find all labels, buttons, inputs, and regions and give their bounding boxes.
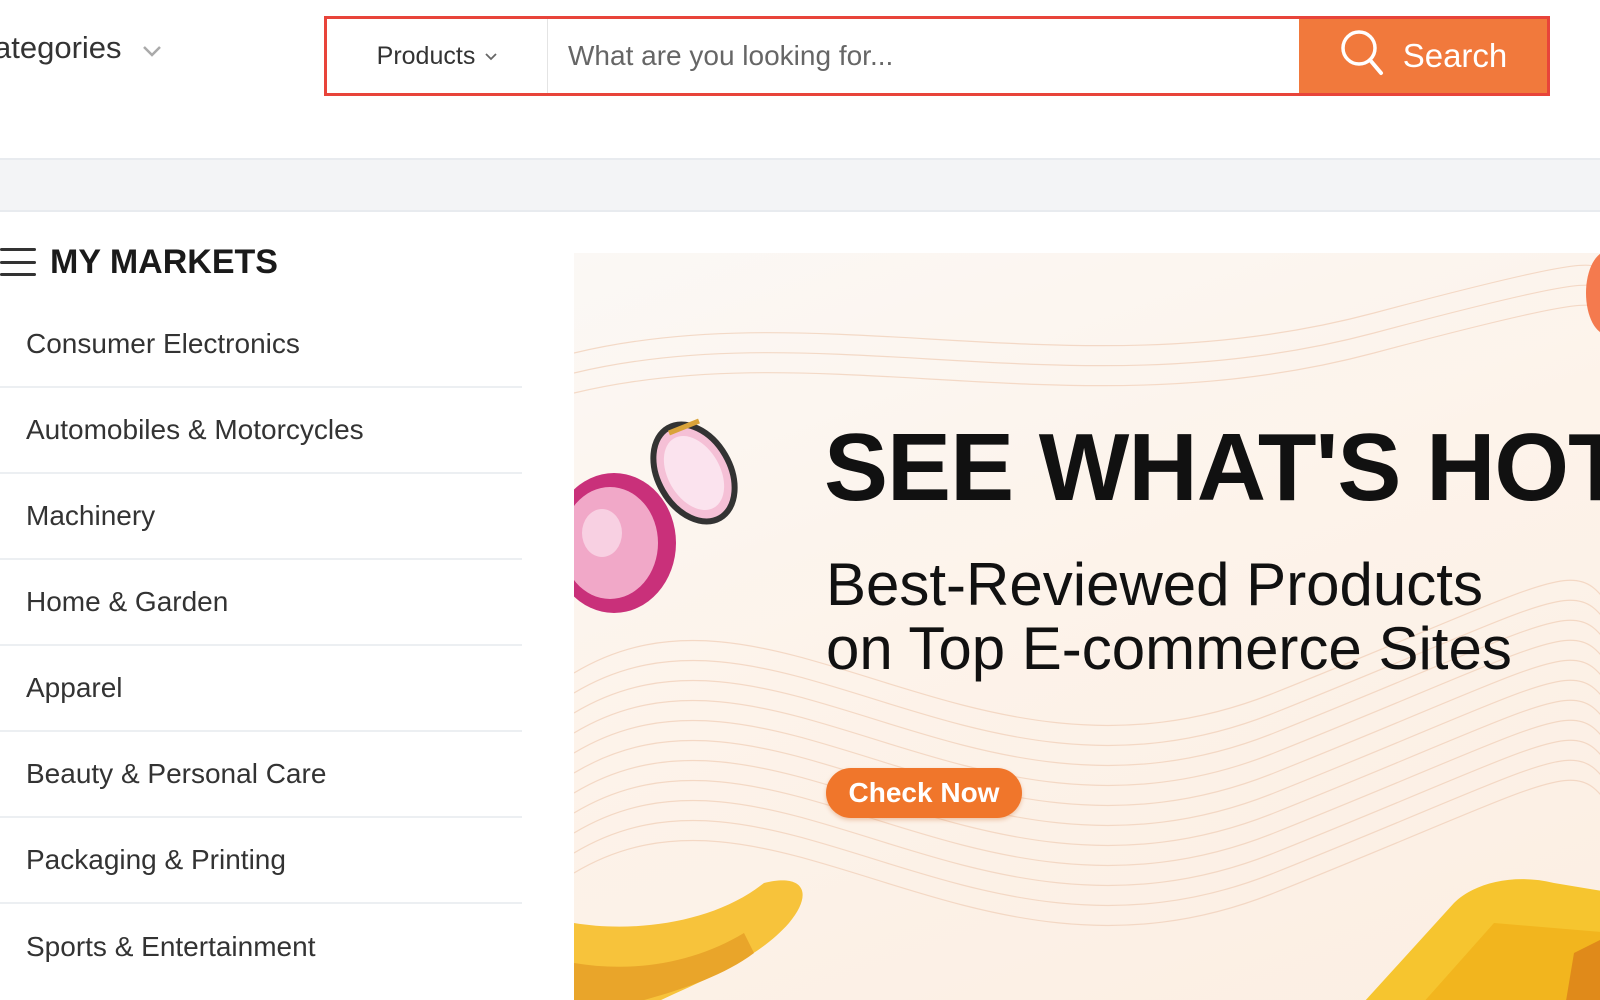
- sidebar-item-machinery[interactable]: Machinery: [0, 474, 522, 560]
- divider-band: [0, 158, 1600, 212]
- sidebar-item-apparel[interactable]: Apparel: [0, 646, 522, 732]
- menu-icon: [0, 248, 36, 276]
- search-button-label: Search: [1402, 37, 1508, 74]
- categories-dropdown[interactable]: ategories: [0, 30, 162, 66]
- promo-banner[interactable]: SEE WHAT'S HOT Best-Reviewed Products on…: [574, 253, 1600, 1000]
- sidebar-item-automobiles[interactable]: Automobiles & Motorcycles: [0, 388, 522, 474]
- sidebar-item-label: Beauty & Personal Care: [26, 758, 327, 789]
- sidebar-item-label: Home & Garden: [26, 586, 229, 617]
- search-input[interactable]: [548, 19, 1299, 93]
- search-icon: [1339, 27, 1385, 85]
- search-type-dropdown[interactable]: Products: [327, 19, 548, 93]
- sidebar-item-label: Sports & Entertainment: [26, 931, 316, 962]
- check-now-button[interactable]: Check Now: [826, 768, 1022, 818]
- header: ategories Products Search: [0, 0, 1600, 160]
- markets-title: MY MARKETS: [50, 242, 278, 281]
- sidebar-item-label: Consumer Electronics: [26, 328, 300, 359]
- market-list: Consumer Electronics Automobiles & Motor…: [0, 302, 522, 990]
- markets-sidebar: MY MARKETS Consumer Electronics Automobi…: [0, 222, 522, 990]
- sidebar-item-sports[interactable]: Sports & Entertainment: [0, 904, 522, 990]
- sidebar-item-home-garden[interactable]: Home & Garden: [0, 560, 522, 646]
- markets-header[interactable]: MY MARKETS: [0, 222, 522, 302]
- compact-mirror-icon: [574, 418, 738, 613]
- sidebar-item-label: Packaging & Printing: [26, 844, 286, 875]
- sidebar-item-label: Apparel: [26, 672, 123, 703]
- page: ategories Products Search: [0, 0, 1600, 1000]
- banner-title: SEE WHAT'S HOT: [824, 414, 1600, 521]
- sidebar-item-label: Automobiles & Motorcycles: [26, 414, 364, 445]
- sidebar-item-packaging[interactable]: Packaging & Printing: [0, 818, 522, 904]
- search-button[interactable]: Search: [1299, 19, 1547, 93]
- banner-subtitle-line: Best-Reviewed Products: [826, 551, 1483, 618]
- search-bar: Products Search: [324, 16, 1550, 96]
- banner-subtitle: Best-Reviewed Products on Top E-commerce…: [826, 553, 1512, 681]
- sidebar-item-consumer-electronics[interactable]: Consumer Electronics: [0, 302, 522, 388]
- chevron-down-icon: [485, 48, 497, 64]
- categories-label: ategories: [0, 30, 122, 65]
- sidebar-item-beauty[interactable]: Beauty & Personal Care: [0, 732, 522, 818]
- decoration-icon: [574, 879, 1600, 1000]
- search-type-label: Products: [376, 41, 476, 70]
- banner-subtitle-line: on Top E-commerce Sites: [826, 615, 1512, 682]
- chevron-down-icon: [142, 37, 162, 63]
- sidebar-item-label: Machinery: [26, 500, 156, 531]
- decoration-icon: [1586, 253, 1600, 333]
